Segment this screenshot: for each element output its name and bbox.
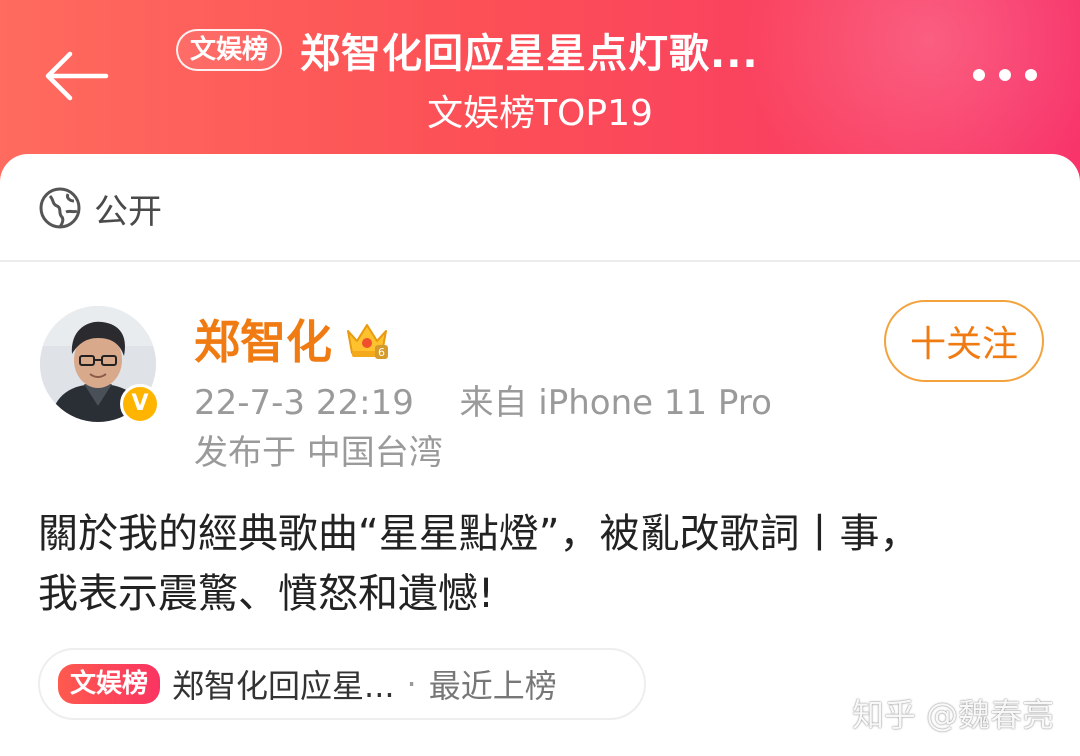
page-title: 郑智化回应星星点灯歌... — [300, 31, 759, 77]
trend-tag: 文娱榜 — [58, 664, 161, 704]
verified-badge: V — [120, 384, 160, 424]
crown-icon: 6 — [347, 324, 388, 359]
visibility-row[interactable]: 公开 — [0, 154, 1080, 262]
divider — [0, 260, 1080, 262]
crown-level: 6 — [378, 346, 385, 359]
more-button[interactable] — [970, 62, 1040, 88]
trend-status: 最近上榜 — [428, 667, 557, 705]
name-row: 郑智化 6 — [194, 306, 390, 372]
title-row: 文娱榜 郑智化回应星星点灯歌... — [176, 20, 759, 80]
post-card: 公开 V 郑智化 6 22-7-3 22:19 来自 iPhone 11 Pro… — [0, 154, 1080, 756]
user-name[interactable]: 郑智化 — [194, 306, 332, 372]
ranking-subtitle[interactable]: 文娱榜TOP19 — [0, 90, 1080, 138]
post-source: 来自 iPhone 11 Pro — [459, 383, 772, 423]
post-text-line: 我表示震驚、憤怒和遺憾! — [38, 571, 495, 617]
post-location: 发布于 中国台湾 — [194, 433, 443, 473]
follow-button[interactable]: 十关注 — [884, 300, 1044, 382]
watermark: 知乎 @魏春亮 — [852, 696, 1055, 734]
category-tag: 文娱榜 — [176, 29, 283, 71]
trend-separator: · — [406, 665, 417, 703]
trend-link[interactable]: 文娱榜 郑智化回应星... · 最近上榜 — [38, 648, 646, 720]
globe-icon — [39, 187, 81, 229]
trend-title: 郑智化回应星... — [172, 667, 395, 705]
post-timestamp: 22-7-3 22:19 — [194, 383, 414, 423]
post-meta: 22-7-3 22:19 来自 iPhone 11 Pro — [194, 380, 772, 426]
more-dots-icon — [973, 69, 1037, 81]
post-text-line: 關於我的經典歌曲“星星點燈”，被亂改歌詞丨事， — [38, 511, 920, 557]
visibility-label: 公开 — [94, 191, 162, 232]
post-text[interactable]: 關於我的經典歌曲“星星點燈”，被亂改歌詞丨事， 我表示震驚、憤怒和遺憾! — [38, 504, 1038, 624]
